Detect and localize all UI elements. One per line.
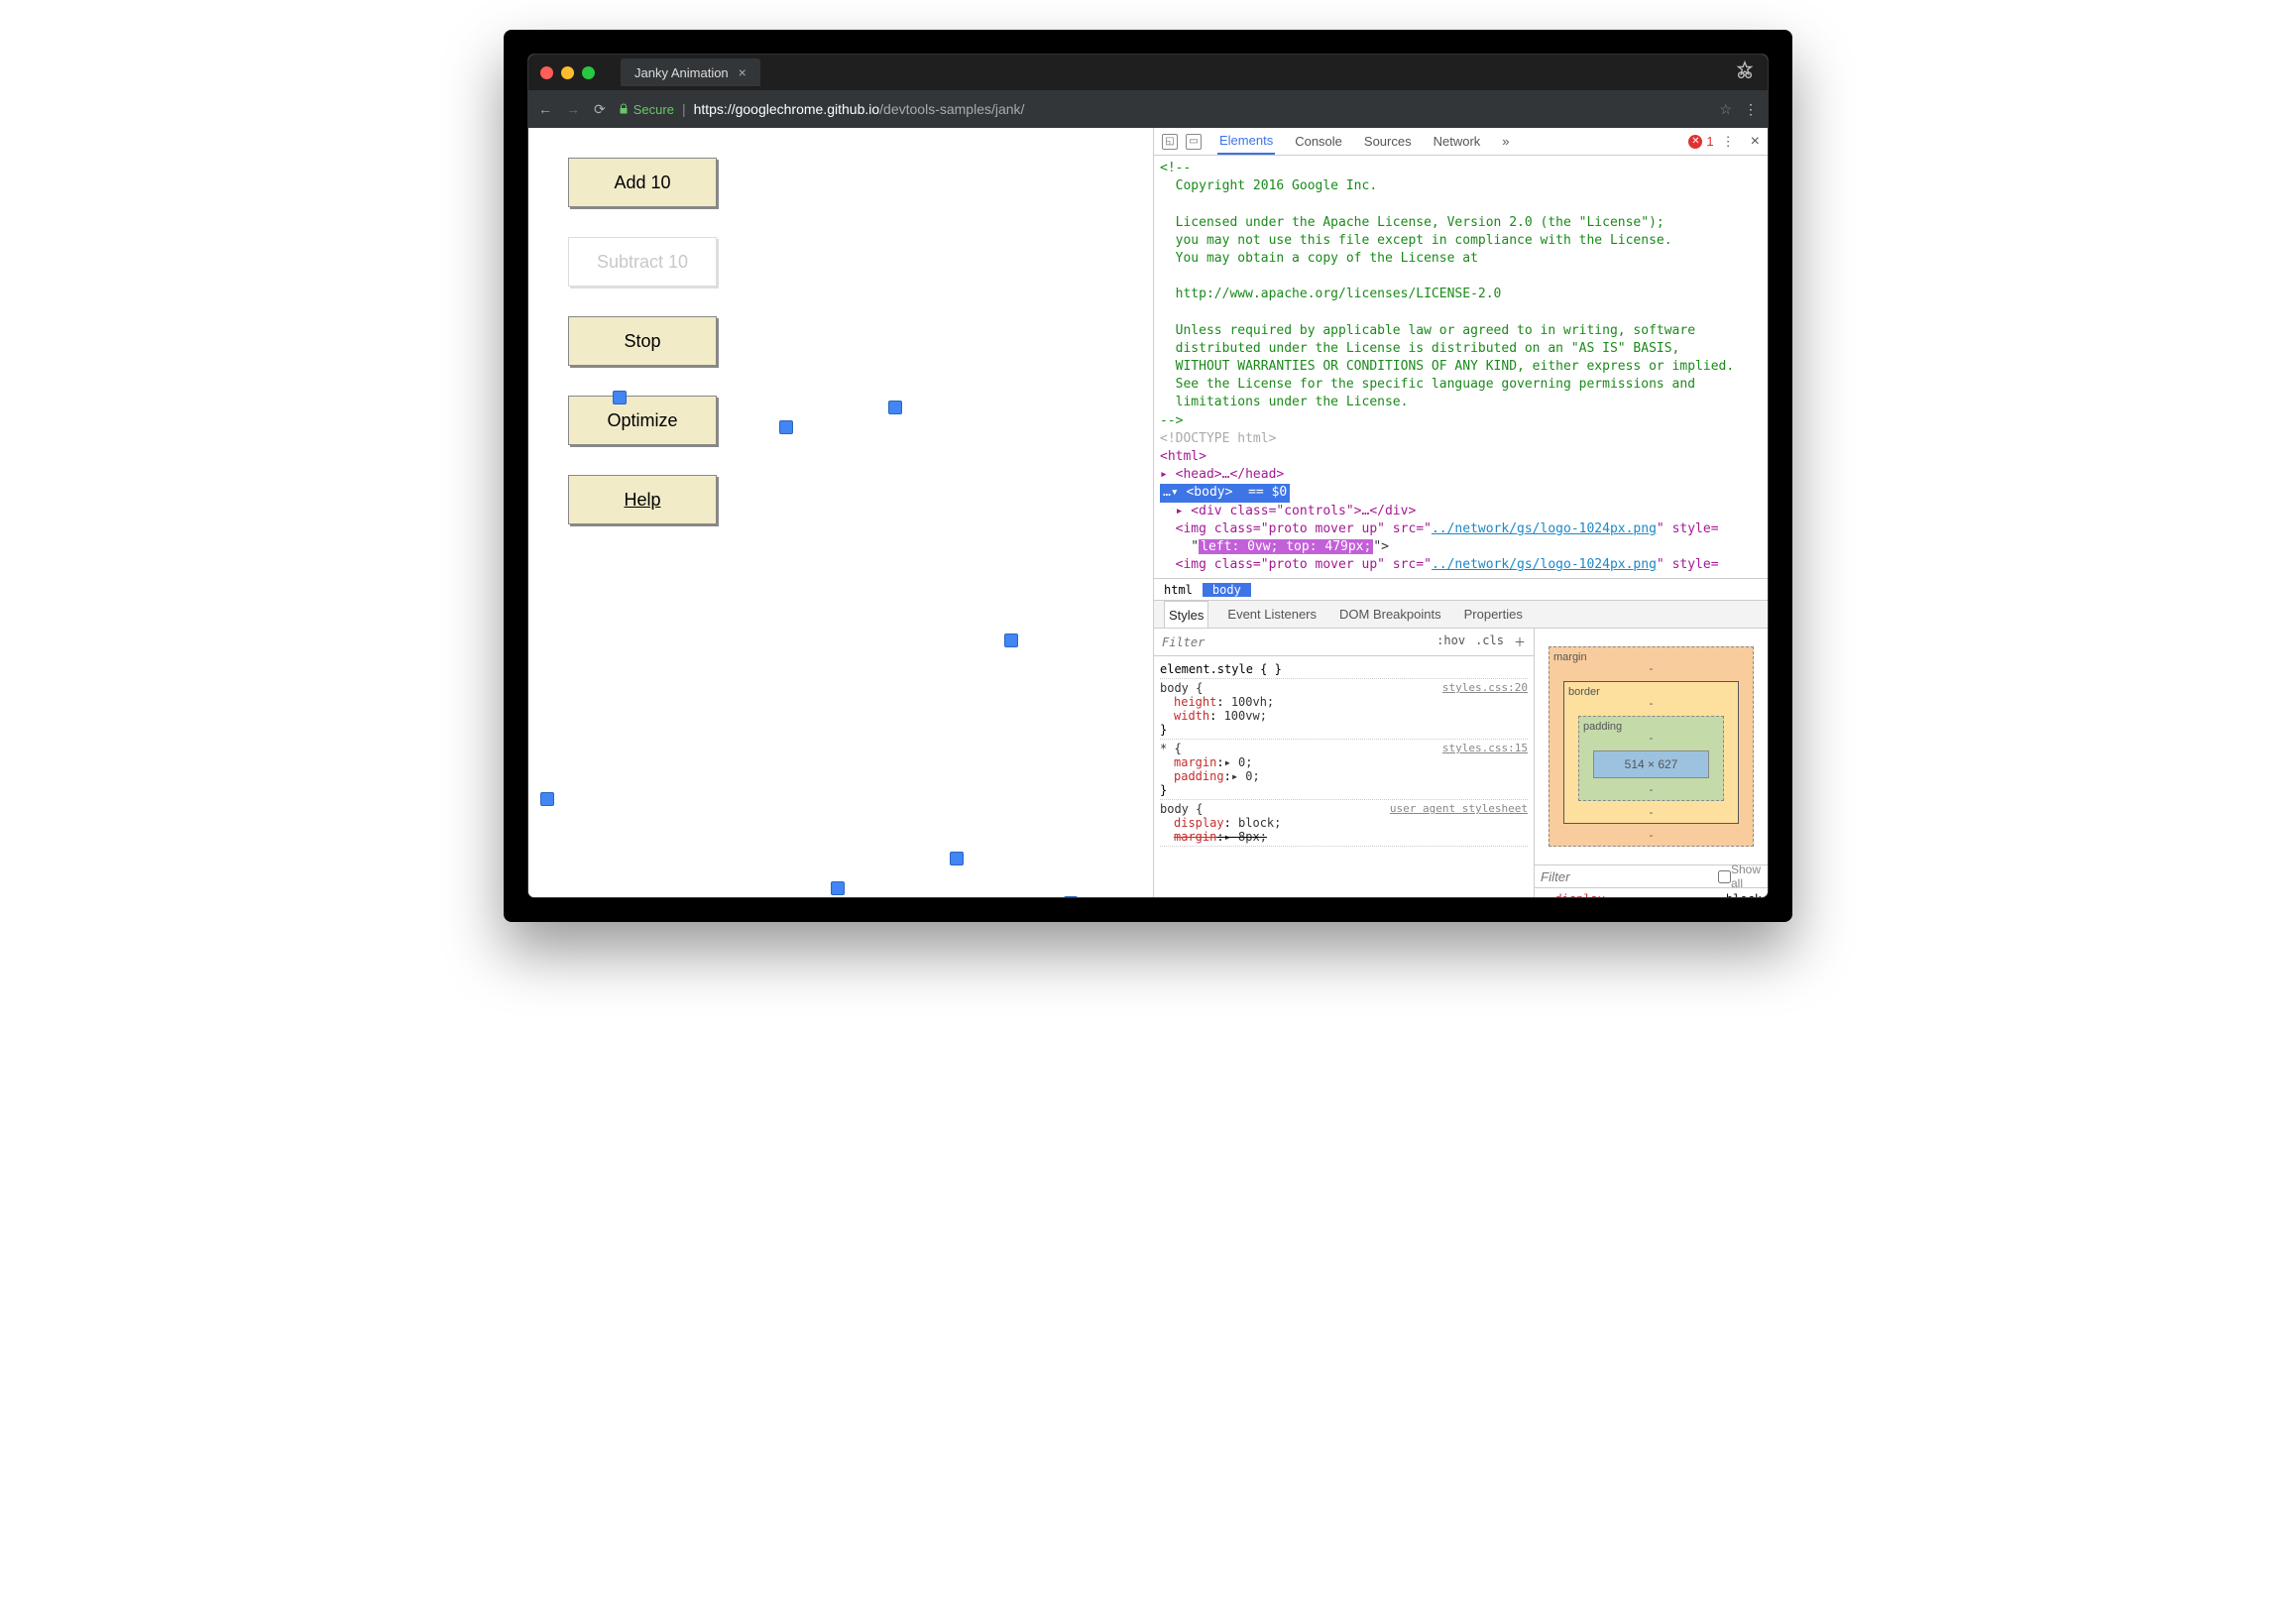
subtab-styles[interactable]: Styles bbox=[1164, 601, 1208, 628]
devtools-close-icon[interactable]: × bbox=[1751, 133, 1760, 151]
crumb-html[interactable]: html bbox=[1154, 583, 1203, 597]
styles-subtabs: Styles Event Listeners DOM Breakpoints P… bbox=[1154, 601, 1768, 629]
subtab-dom-breakpoints[interactable]: DOM Breakpoints bbox=[1335, 601, 1445, 628]
subtract-10-button[interactable]: Subtract 10 bbox=[568, 237, 717, 287]
styles-filter-input[interactable] bbox=[1162, 635, 1436, 649]
url-box[interactable]: Secure | https://googlechrome.github.io/… bbox=[618, 101, 1708, 117]
mover-icon bbox=[779, 420, 793, 434]
tab-strip: Janky Animation × bbox=[528, 55, 1768, 90]
mover-icon bbox=[831, 881, 845, 895]
tab-more[interactable]: » bbox=[1500, 128, 1511, 155]
close-tab-icon[interactable]: × bbox=[739, 64, 746, 80]
crumb-body[interactable]: body bbox=[1203, 583, 1251, 597]
page-viewport: Add 10 Subtract 10 Stop Optimize Help bbox=[528, 128, 1153, 897]
box-content: 514 × 627 bbox=[1593, 750, 1709, 778]
hov-toggle[interactable]: :hov bbox=[1436, 633, 1465, 650]
error-count[interactable]: ✕1 bbox=[1688, 134, 1713, 149]
tab-elements[interactable]: Elements bbox=[1217, 128, 1275, 155]
help-button[interactable]: Help bbox=[568, 475, 717, 524]
add-rule-icon[interactable]: ＋ bbox=[1514, 633, 1526, 650]
mover-icon bbox=[1004, 633, 1018, 647]
stop-button[interactable]: Stop bbox=[568, 316, 717, 366]
inspect-icon[interactable]: ◱ bbox=[1162, 134, 1178, 150]
mover-icon bbox=[1064, 896, 1078, 897]
secure-label: Secure bbox=[633, 102, 674, 117]
url-bar: ← → ⟳ Secure | https://googlechrome.gith… bbox=[528, 90, 1768, 128]
browser-window: Janky Animation × ← → ⟳ Secure | https:/… bbox=[528, 55, 1768, 897]
dom-breadcrumb[interactable]: html body bbox=[1154, 578, 1768, 601]
devtools-menu-icon[interactable]: ⋮ bbox=[1722, 134, 1735, 150]
rule-star[interactable]: styles.css:15 * { margin:▸ 0; padding:▸ … bbox=[1160, 740, 1528, 800]
dom-tree[interactable]: <!-- Copyright 2016 Google Inc. Licensed… bbox=[1154, 156, 1768, 578]
styles-panel: :hov .cls ＋ element.style { } styles.css… bbox=[1154, 629, 1535, 897]
mover-icon bbox=[613, 391, 627, 404]
rule-body-1[interactable]: styles.css:20 body { height: 100vh; widt… bbox=[1160, 679, 1528, 740]
menu-icon[interactable]: ⋮ bbox=[1744, 101, 1758, 118]
controls-panel: Add 10 Subtract 10 Stop Optimize Help bbox=[568, 158, 717, 524]
computed-filter-input[interactable] bbox=[1541, 869, 1718, 884]
rule-element-style[interactable]: element.style { } bbox=[1160, 660, 1528, 679]
optimize-button[interactable]: Optimize bbox=[568, 396, 717, 445]
devtools-panel: ◱ ▭ Elements Console Sources Network » ✕… bbox=[1153, 128, 1768, 897]
bookmark-icon[interactable]: ☆ bbox=[1719, 101, 1732, 118]
mover-icon bbox=[950, 852, 964, 865]
cls-toggle[interactable]: .cls bbox=[1475, 633, 1504, 650]
browser-tab[interactable]: Janky Animation × bbox=[621, 58, 760, 86]
back-icon[interactable]: ← bbox=[538, 101, 552, 118]
forward-icon[interactable]: → bbox=[566, 101, 580, 118]
traffic-lights[interactable] bbox=[540, 66, 595, 79]
tab-console[interactable]: Console bbox=[1293, 128, 1344, 155]
devtools-toolbar: ◱ ▭ Elements Console Sources Network » ✕… bbox=[1154, 128, 1768, 156]
mover-icon bbox=[540, 792, 554, 806]
device-toggle-icon[interactable]: ▭ bbox=[1186, 134, 1202, 150]
rule-body-ua[interactable]: user agent stylesheet body { display: bl… bbox=[1160, 800, 1528, 847]
subtab-event-listeners[interactable]: Event Listeners bbox=[1223, 601, 1320, 628]
tab-sources[interactable]: Sources bbox=[1362, 128, 1414, 155]
incognito-icon bbox=[1734, 60, 1756, 85]
add-10-button[interactable]: Add 10 bbox=[568, 158, 717, 207]
show-all-checkbox[interactable] bbox=[1718, 870, 1731, 883]
box-margin[interactable]: margin- border- padding- 514 × 627 - - - bbox=[1549, 646, 1754, 847]
tab-title: Janky Animation bbox=[634, 65, 729, 80]
mover-icon bbox=[888, 401, 902, 414]
reload-icon[interactable]: ⟳ bbox=[594, 101, 606, 118]
computed-list[interactable]: ▸ display block bbox=[1535, 888, 1768, 897]
tab-network[interactable]: Network bbox=[1432, 128, 1483, 155]
box-model-panel: margin- border- padding- 514 × 627 - - - bbox=[1535, 629, 1768, 897]
subtab-properties[interactable]: Properties bbox=[1460, 601, 1527, 628]
